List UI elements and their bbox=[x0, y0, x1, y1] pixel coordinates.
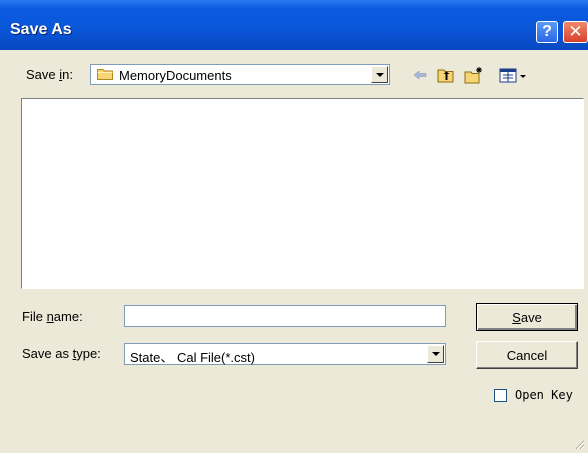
open-key-checkbox[interactable] bbox=[494, 389, 507, 402]
save-as-type-label: Save as type: bbox=[22, 346, 101, 361]
save-in-dropdown[interactable]: MemoryDocuments bbox=[90, 64, 390, 85]
help-button[interactable]: ? bbox=[536, 21, 558, 43]
chevron-down-icon bbox=[375, 72, 384, 77]
close-icon: ✕ bbox=[568, 22, 583, 41]
save-as-type-dropdown[interactable]: State、 Cal File(*.cst) bbox=[124, 343, 446, 365]
close-button[interactable]: ✕ bbox=[563, 21, 588, 43]
file-name-input[interactable] bbox=[124, 305, 446, 327]
open-key-label: Open Key bbox=[515, 388, 573, 402]
up-one-level-button[interactable] bbox=[434, 65, 458, 85]
view-menu-button[interactable] bbox=[497, 65, 531, 85]
save-in-dropdown-button[interactable] bbox=[371, 66, 388, 83]
save-button[interactable]: Save bbox=[476, 303, 578, 331]
cancel-button[interactable]: Cancel bbox=[476, 341, 578, 369]
save-as-type-dropdown-button[interactable] bbox=[427, 345, 444, 363]
resize-grip-icon[interactable] bbox=[573, 438, 585, 450]
new-folder-icon bbox=[464, 67, 482, 84]
back-arrow-icon bbox=[413, 70, 427, 80]
title-bar: Save As ? ✕ bbox=[0, 0, 588, 50]
new-folder-button[interactable] bbox=[461, 65, 487, 85]
save-in-value: MemoryDocuments bbox=[119, 68, 232, 83]
view-menu-icon bbox=[499, 68, 526, 83]
file-name-label: File name: bbox=[22, 309, 83, 324]
file-list[interactable] bbox=[21, 98, 584, 289]
up-one-level-icon bbox=[437, 69, 454, 83]
help-icon: ? bbox=[542, 23, 552, 40]
chevron-down-icon bbox=[431, 352, 440, 356]
back-button[interactable] bbox=[410, 65, 430, 85]
window-title: Save As bbox=[10, 21, 72, 38]
folder-icon bbox=[97, 69, 113, 80]
save-in-label: Save in: bbox=[26, 67, 73, 82]
save-as-type-value: State、 Cal File(*.cst) bbox=[130, 350, 255, 365]
